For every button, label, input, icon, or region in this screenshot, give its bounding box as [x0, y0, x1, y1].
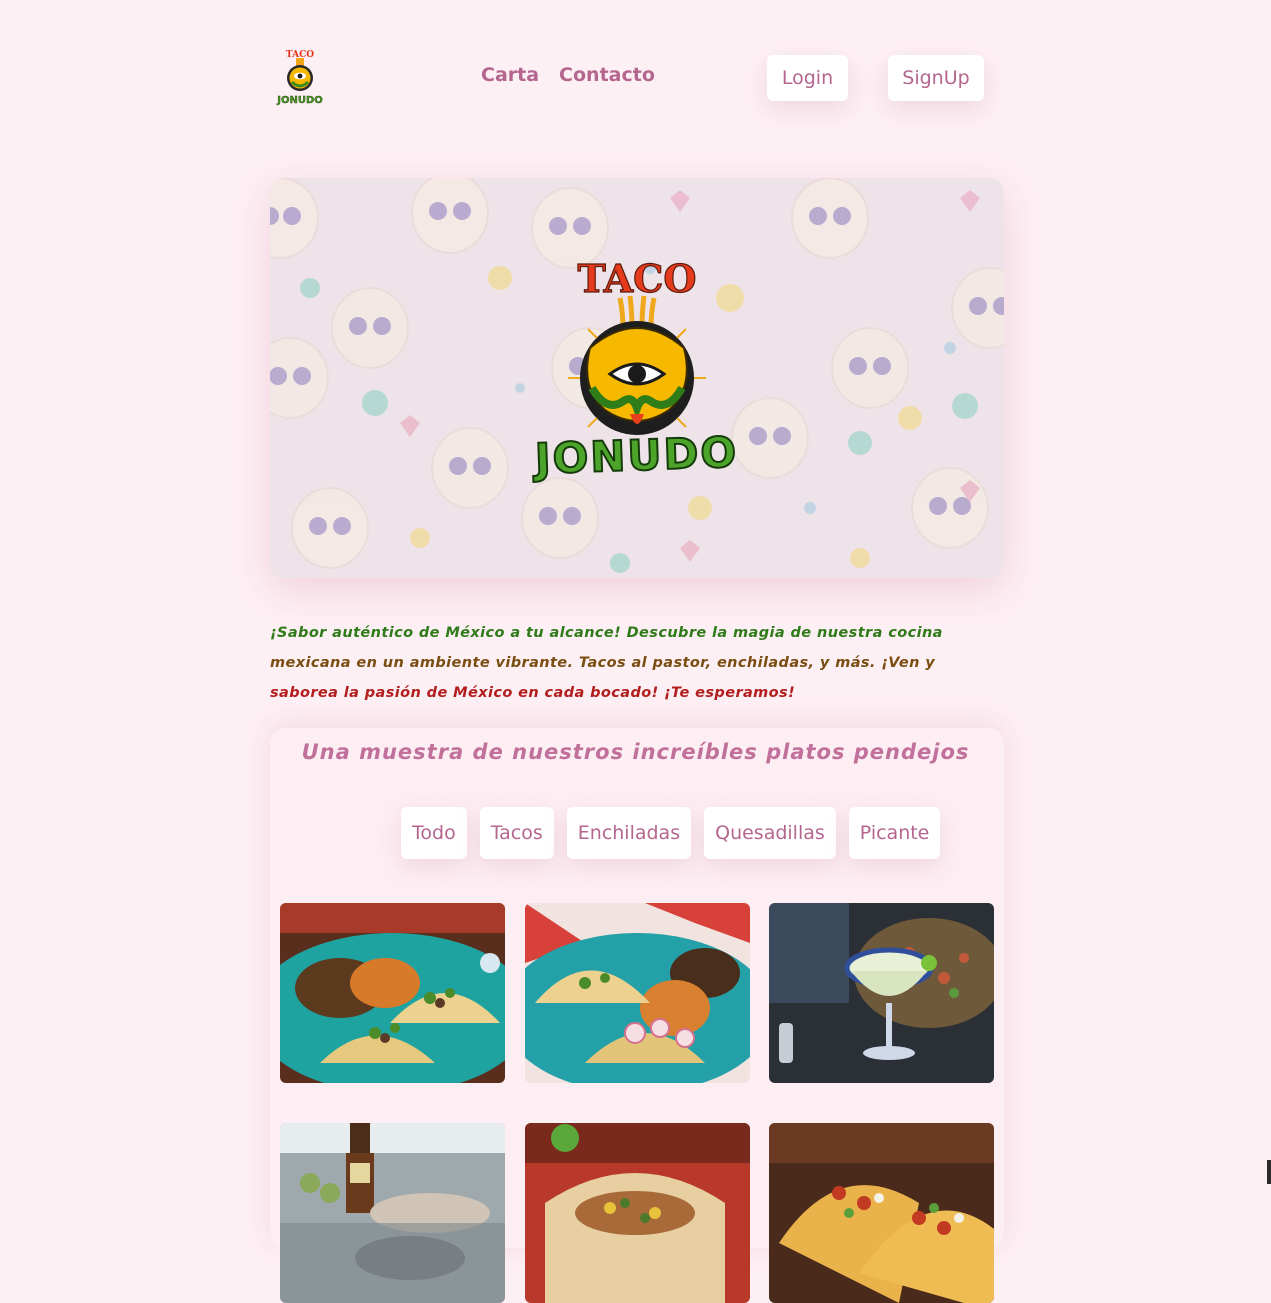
margarita-nachos-photo[interactable] — [769, 903, 994, 1083]
hero-banner: TACO JONUDO — [270, 178, 1004, 578]
tacos-radish-photo[interactable] — [525, 903, 750, 1083]
gallery-title: Una muestra de nuestros increíbles plato… — [301, 740, 970, 764]
sugar-skull-pattern: TACO JONUDO — [270, 178, 1004, 578]
hero-logo-top-text: TACO — [577, 256, 696, 301]
login-button[interactable]: Login — [767, 55, 848, 101]
intro-paragraph: ¡Sabor auténtico de México a tu alcance!… — [270, 618, 1004, 708]
main-nav: Carta Contacto — [481, 64, 655, 86]
beer-salsa-photo[interactable] — [280, 1123, 505, 1303]
site-header: TACO JONUDO Carta Contacto Login SignUp — [0, 0, 1271, 160]
filter-picante[interactable]: Picante — [848, 807, 941, 859]
intro-line-2: mexicana en un ambiente vibrante. Tacos … — [270, 655, 936, 671]
burrito-photo[interactable] — [525, 1123, 750, 1303]
filter-bar: Todo Tacos Enchiladas Quesadillas Picant… — [401, 807, 941, 859]
filter-enchiladas[interactable]: Enchiladas — [566, 807, 692, 859]
intro-line-1: ¡Sabor auténtico de México a tu alcance!… — [270, 625, 943, 641]
nav-link-contacto[interactable]: Contacto — [559, 64, 655, 86]
logo-bottom-text: JONUDO — [276, 95, 323, 106]
filter-quesadillas[interactable]: Quesadillas — [704, 807, 836, 859]
scrollbar-indicator[interactable] — [1267, 1160, 1271, 1184]
crispy-tacos-photo[interactable] — [769, 1123, 994, 1303]
signup-button[interactable]: SignUp — [888, 55, 984, 101]
intro-line-3: saborea la pasión de México en cada boca… — [270, 685, 796, 701]
hero-logo-bottom-text: JONUDO — [531, 427, 739, 483]
taco-jonudo-logo-icon[interactable]: TACO JONUDO — [272, 48, 328, 106]
filter-todo[interactable]: Todo — [401, 807, 467, 859]
tacos-plate-photo[interactable] — [280, 903, 505, 1083]
filter-tacos[interactable]: Tacos — [479, 807, 554, 859]
nav-link-carta[interactable]: Carta — [481, 64, 539, 86]
